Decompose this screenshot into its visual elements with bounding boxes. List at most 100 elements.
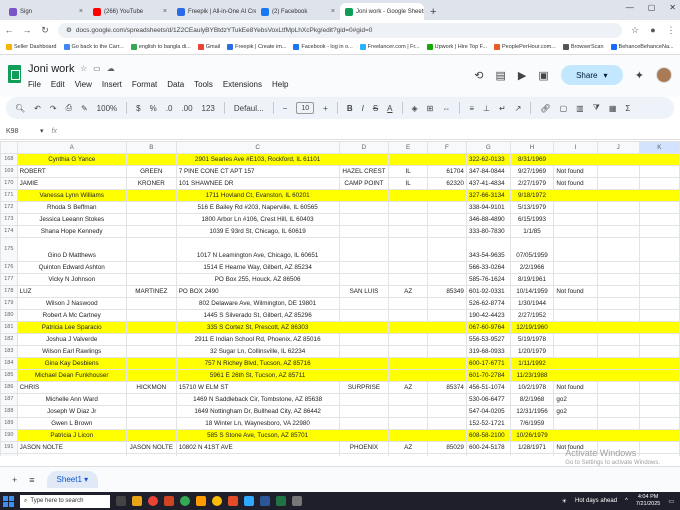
row-number[interactable]: 182: [0, 333, 18, 346]
minimize-icon[interactable]: —: [626, 3, 634, 12]
row-number[interactable]: 191: [0, 441, 18, 454]
insert-link-icon[interactable]: 🔗︎: [540, 104, 550, 113]
powerpoint-icon[interactable]: [228, 496, 238, 506]
cell-j[interactable]: [596, 177, 640, 190]
cell-c[interactable]: 18 Winter Ln, Waynesboro, VA 22980: [175, 417, 340, 430]
undo-icon[interactable]: ↶: [34, 104, 41, 113]
cell-g[interactable]: 322-62-0133: [465, 153, 511, 166]
cell-a[interactable]: Patricia J Licon: [16, 429, 127, 442]
cell-k[interactable]: [638, 189, 680, 202]
cell-e[interactable]: AZ: [388, 381, 428, 394]
bookmark-item[interactable]: PeoplePerHour.com...: [494, 44, 556, 50]
cell-b[interactable]: [125, 201, 177, 214]
cell-f[interactable]: [426, 345, 467, 358]
menu-dots-icon[interactable]: ⋮: [666, 25, 676, 36]
cell-a[interactable]: CHRIS: [16, 381, 127, 394]
cell-i[interactable]: [553, 297, 598, 310]
cell-g[interactable]: 526-62-8774: [465, 297, 511, 310]
cell-d[interactable]: [338, 189, 390, 202]
cell-b[interactable]: [125, 357, 177, 370]
column-header-j[interactable]: J: [596, 141, 640, 154]
cell-a[interactable]: Gwen L Brown: [16, 417, 127, 430]
cell-d[interactable]: HAZEL CREST: [338, 165, 390, 178]
cell-k[interactable]: [638, 405, 680, 418]
cell-k[interactable]: [638, 381, 680, 394]
cell-b[interactable]: [125, 189, 177, 202]
bookmark-item[interactable]: Seller Dashboard: [6, 44, 57, 50]
bookmark-item[interactable]: english to bangla di...: [130, 44, 191, 50]
increase-decimal-button[interactable]: .00: [181, 104, 192, 113]
filter-views-icon[interactable]: ▦: [609, 104, 617, 113]
row-number[interactable]: 179: [0, 297, 18, 310]
row-number[interactable]: 187: [0, 393, 18, 406]
cell-g[interactable]: 347-84-0844: [465, 165, 511, 178]
cell-f[interactable]: [426, 453, 467, 456]
cell-a[interactable]: LUZ: [16, 285, 127, 298]
cell-i[interactable]: [553, 225, 598, 238]
paint-format-icon[interactable]: ✎: [81, 104, 88, 113]
move-folder-icon[interactable]: ▭: [93, 64, 101, 73]
cell-b[interactable]: [125, 309, 177, 322]
cell-g[interactable]: 601-92-0331: [465, 285, 511, 298]
cell-d[interactable]: [338, 417, 390, 430]
cell-b[interactable]: [125, 369, 177, 382]
cell-f[interactable]: [426, 321, 467, 334]
column-header-k[interactable]: K: [638, 141, 680, 154]
cell-a[interactable]: Joseph W Diaz Jr: [16, 405, 127, 418]
cell-i[interactable]: [553, 201, 598, 214]
cell-a[interactable]: ROBERT: [16, 165, 127, 178]
cell-e[interactable]: [388, 453, 428, 456]
cell-j[interactable]: [596, 369, 640, 382]
cell-d[interactable]: [338, 357, 390, 370]
cell-i[interactable]: [553, 417, 598, 430]
cell-h[interactable]: 8/19/1961: [509, 273, 555, 286]
column-header-f[interactable]: F: [426, 141, 467, 154]
cell-c[interactable]: 1649 Nottingham Dr, Bullhead City, AZ 86…: [175, 405, 340, 418]
cell-e[interactable]: AZ: [388, 285, 428, 298]
chevron-down-icon[interactable]: ▾: [603, 71, 607, 80]
cell-i[interactable]: Not found: [553, 381, 598, 394]
cell-j[interactable]: [596, 237, 640, 262]
cell-e[interactable]: [388, 429, 428, 442]
cell-a[interactable]: Vanessa Lynn Williams: [16, 189, 127, 202]
cell-h[interactable]: 1/11/1992: [509, 357, 555, 370]
cell-c[interactable]: 1017 N Leamington Ave, Chicago, IL 60651: [175, 237, 340, 262]
cell-a[interactable]: Wilson J Naswood: [16, 297, 127, 310]
cell-i[interactable]: [553, 309, 598, 322]
cell-e[interactable]: [388, 333, 428, 346]
sheets-logo-icon[interactable]: [8, 65, 21, 83]
cell-k[interactable]: [638, 213, 680, 226]
bold-button[interactable]: B: [347, 104, 353, 113]
cell-a[interactable]: Wilson Earl Rawlings: [16, 345, 127, 358]
cell-k[interactable]: [638, 417, 680, 430]
clock[interactable]: 4:04 PM 7/21/2025: [636, 494, 660, 508]
cell-h[interactable]: 2/27/1979: [509, 177, 555, 190]
new-tab-icon[interactable]: +: [424, 6, 442, 20]
insert-comment-icon[interactable]: ▢: [560, 104, 568, 113]
cell-a[interactable]: Michael Dean Funkhouser: [16, 369, 127, 382]
illustrator-icon[interactable]: [196, 496, 206, 506]
cell-k[interactable]: [638, 177, 680, 190]
cell-i[interactable]: [553, 213, 598, 226]
cell-h[interactable]: 5/19/1978: [509, 333, 555, 346]
bookmark-item[interactable]: Go back to the Carr...: [63, 44, 124, 50]
gemini-icon[interactable]: ✦: [635, 69, 644, 82]
cell-j[interactable]: [596, 357, 640, 370]
cell-c[interactable]: PO BOX 2490: [175, 285, 340, 298]
cell-b[interactable]: JASON NOLTE: [125, 441, 177, 454]
close-tab-icon[interactable]: ×: [79, 8, 83, 15]
cell-a[interactable]: Shana Hope Kennedy: [16, 225, 127, 238]
cell-d[interactable]: [338, 405, 390, 418]
cell-c[interactable]: 757 N Richey Blvd, Tucson, AZ 85716: [175, 357, 340, 370]
bookmark-item[interactable]: Gmail: [197, 44, 220, 50]
cell-k[interactable]: [638, 369, 680, 382]
cell-k[interactable]: [638, 285, 680, 298]
cell-k[interactable]: [638, 153, 680, 166]
cell-f[interactable]: [426, 189, 467, 202]
cell-j[interactable]: [596, 381, 640, 394]
cell-g[interactable]: 456-51-1074: [465, 381, 511, 394]
cell-b[interactable]: [125, 237, 177, 262]
cell-e[interactable]: [388, 345, 428, 358]
windows-start-icon[interactable]: [3, 495, 14, 507]
lock-icon[interactable]: ▣: [538, 69, 548, 82]
